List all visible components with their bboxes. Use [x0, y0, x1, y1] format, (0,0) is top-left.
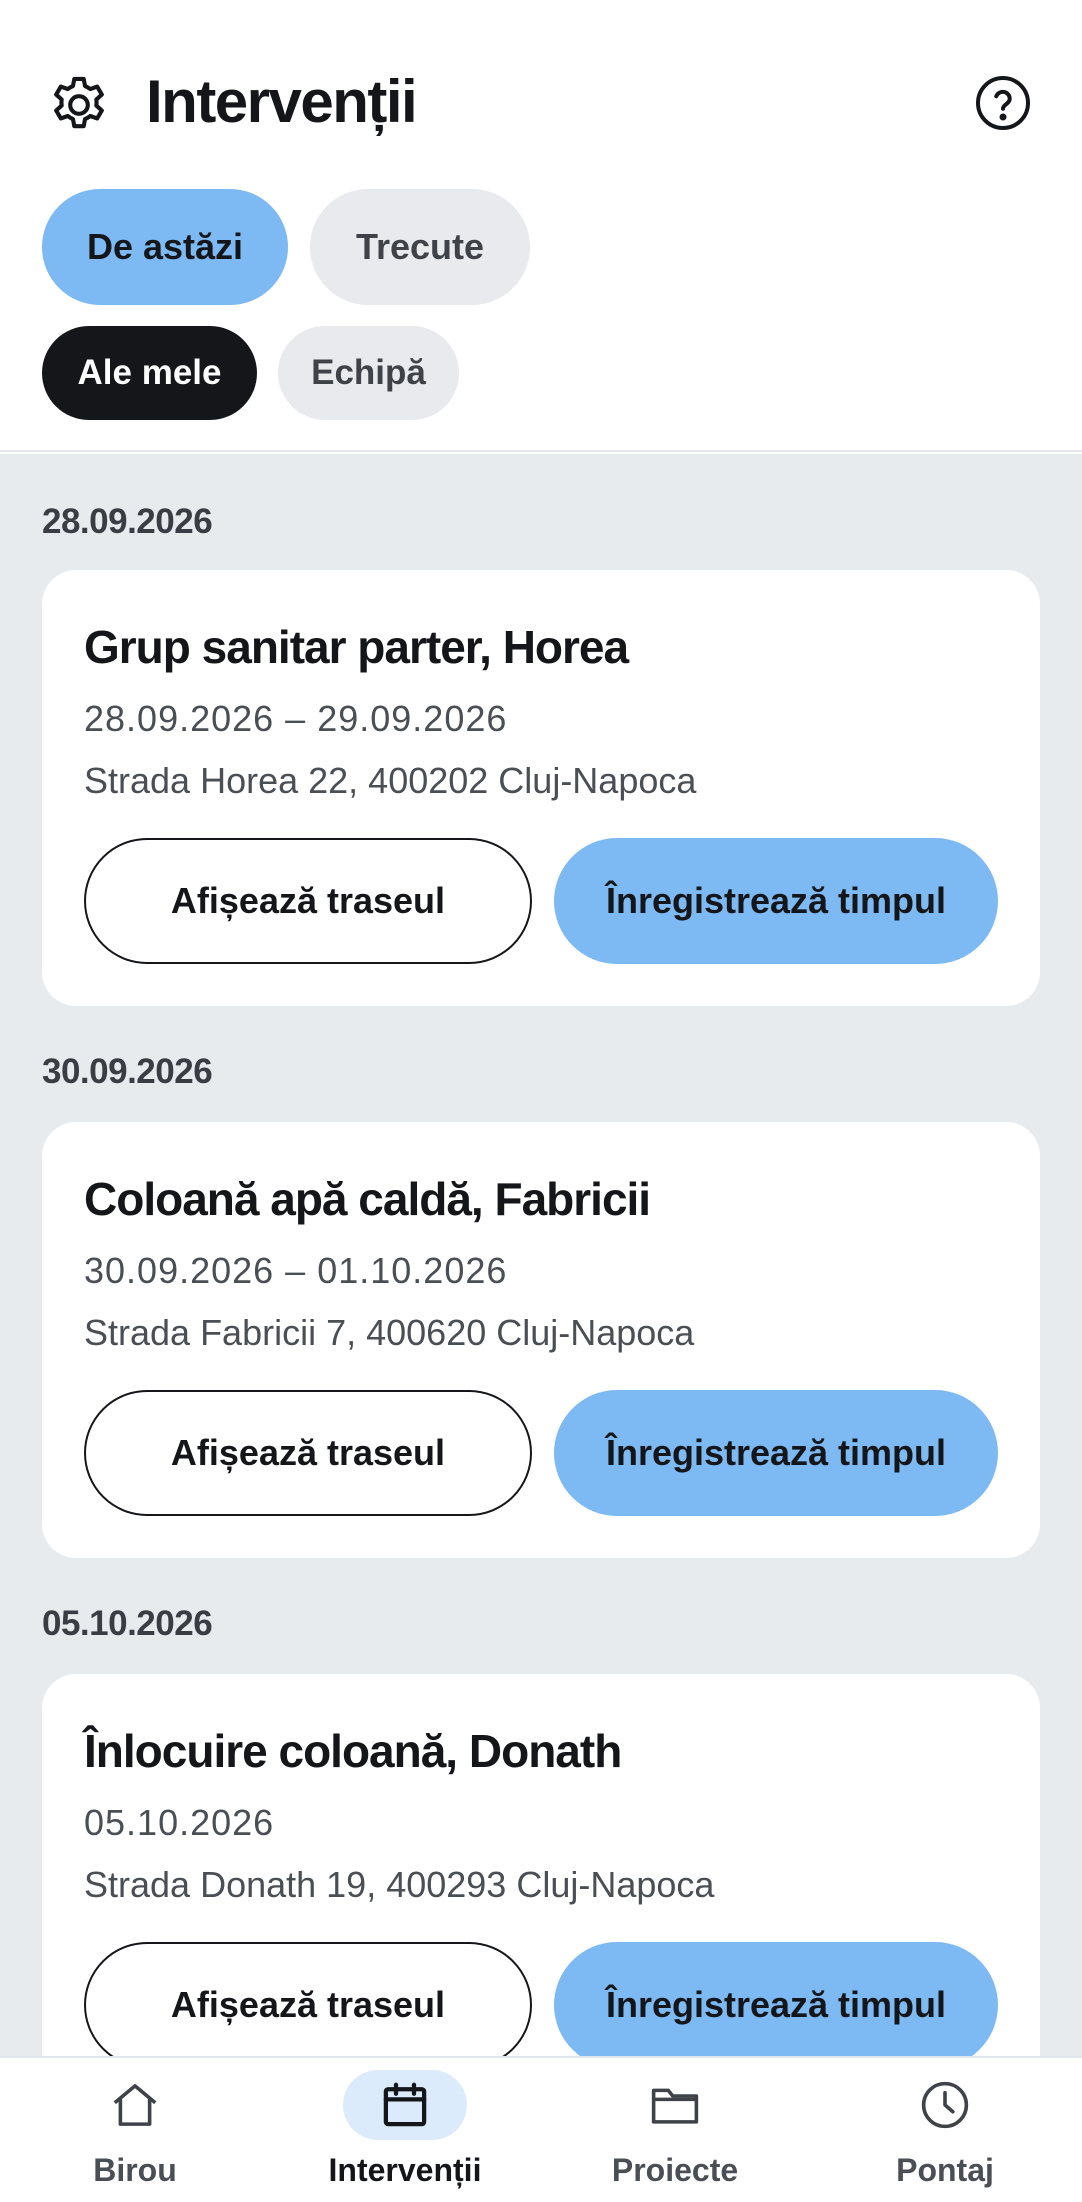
nav-item-pontaj[interactable]: Pontaj	[810, 2058, 1080, 2202]
show-route-button[interactable]: Afișează traseul	[84, 838, 532, 964]
nav-item-interventii[interactable]: Intervenții	[270, 2058, 540, 2202]
bottom-navigation: Birou Intervenții Proiecte Pontaj	[0, 2056, 1082, 2202]
show-route-button[interactable]: Afișează traseul	[84, 1942, 532, 2056]
nav-icon-container	[73, 2070, 197, 2140]
filter-chip-mine[interactable]: Ale mele	[42, 326, 257, 420]
help-circle-icon	[976, 76, 1030, 130]
calendar-icon	[383, 2082, 427, 2127]
nav-label: Proiecte	[611, 2152, 739, 2188]
nav-label: Intervenții	[328, 2152, 482, 2188]
card-dates: 05.10.2026	[84, 1802, 275, 1843]
nav-label: Birou	[93, 2152, 177, 2188]
interventions-list[interactable]: 28.09.2026 Grup sanitar parter, Horea 28…	[0, 454, 1082, 2056]
log-time-button[interactable]: Înregistrează timpul	[554, 1390, 998, 1516]
intervention-card[interactable]: Grup sanitar parter, Horea 28.09.2026 – …	[42, 570, 1040, 1006]
nav-label: Pontaj	[896, 2152, 994, 2188]
page-title: Intervenții	[146, 68, 418, 135]
card-dates: 30.09.2026 – 01.10.2026	[84, 1250, 508, 1291]
settings-button[interactable]	[42, 68, 116, 142]
card-title: Înlocuire coloană, Donath	[84, 1725, 622, 1777]
card-address: Strada Fabricii 7, 400620 Cluj-Napoca	[84, 1312, 695, 1353]
nav-item-birou[interactable]: Birou	[0, 2058, 270, 2202]
nav-icon-container	[343, 2070, 467, 2140]
intervention-card[interactable]: Înlocuire coloană, Donath 05.10.2026 Str…	[42, 1674, 1040, 2056]
show-route-button[interactable]: Afișează traseul	[84, 1390, 532, 1516]
card-address: Strada Donath 19, 400293 Cluj-Napoca	[84, 1864, 715, 1905]
nav-item-proiecte[interactable]: Proiecte	[540, 2058, 810, 2202]
section-date: 30.09.2026	[42, 1052, 213, 1091]
card-title: Grup sanitar parter, Horea	[84, 621, 629, 673]
gear-icon	[54, 76, 104, 129]
filter-chip-today[interactable]: De astăzi	[42, 189, 288, 305]
card-dates: 28.09.2026 – 29.09.2026	[84, 698, 508, 739]
filter-chip-past[interactable]: Trecute	[310, 189, 530, 305]
filter-chip-team[interactable]: Echipă	[278, 326, 459, 420]
log-time-button[interactable]: Înregistrează timpul	[554, 1942, 998, 2056]
log-time-button[interactable]: Înregistrează timpul	[554, 838, 998, 964]
intervention-card[interactable]: Coloană apă caldă, Fabricii 30.09.2026 –…	[42, 1122, 1040, 1558]
help-button[interactable]	[968, 68, 1038, 138]
app-header: Intervenții De astăzi Trecute Ale mele E…	[0, 0, 1082, 452]
nav-icon-container	[883, 2070, 1007, 2140]
clock-icon	[921, 2081, 969, 2129]
section-date: 28.09.2026	[42, 502, 213, 541]
folder-icon	[651, 2088, 699, 2124]
nav-icon-container	[613, 2070, 737, 2140]
card-address: Strada Horea 22, 400202 Cluj-Napoca	[84, 760, 697, 801]
section-date: 05.10.2026	[42, 1604, 213, 1643]
home-icon	[113, 2084, 157, 2126]
card-title: Coloană apă caldă, Fabricii	[84, 1173, 651, 1225]
